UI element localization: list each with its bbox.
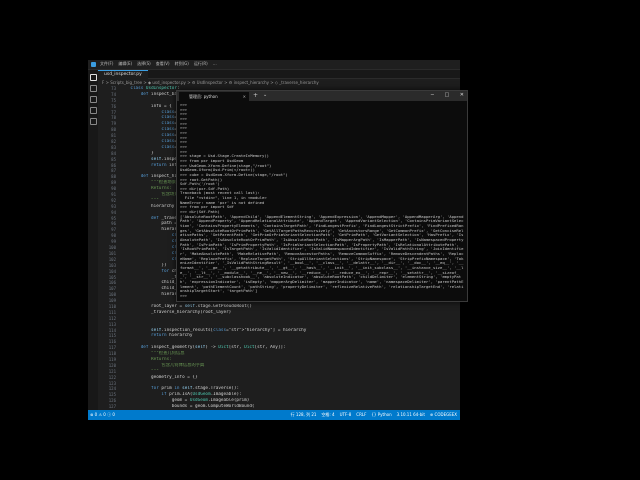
menu-item[interactable]: 文件(F) [100, 61, 113, 66]
menu-item[interactable]: 转到(G) [175, 61, 189, 66]
menu-item[interactable]: 查看(V) [156, 61, 170, 66]
status-item[interactable]: 空格: 4 [321, 412, 334, 417]
status-bar: ⊗ 0 ⚠ 0 ⓘ 0 行 128, 列 21 空格: 4 UTF-8 CRLF {} … [88, 410, 460, 420]
status-item[interactable]: 行 128, 列 21 [291, 412, 317, 417]
search-icon[interactable] [90, 85, 97, 92]
status-item[interactable]: {} Python [371, 412, 391, 417]
status-item[interactable]: ⊕ CODEGEEX [430, 412, 457, 417]
maximize-icon[interactable]: □ [444, 92, 449, 98]
status-item[interactable]: UTF-8 [340, 412, 352, 417]
extensions-icon[interactable] [90, 118, 97, 125]
terminal-window[interactable]: 管理员: python ✕ + ⌄ ─ □ ✕ >>> >>> >>> >>> >>> >… [176, 90, 468, 302]
status-item[interactable]: 3.10.11 64-bit [397, 412, 425, 417]
terminal-tab[interactable]: 管理员: python ✕ [179, 92, 249, 101]
minimize-icon[interactable]: ─ [431, 92, 434, 98]
status-right-items: 行 128, 列 21 空格: 4 UTF-8 CRLF {} Python 3.10.1… [286, 412, 457, 418]
explorer-icon[interactable] [90, 74, 97, 81]
terminal-line: ['AbsoluteRootPath', 'AppendChild', 'App… [180, 213, 464, 294]
terminal-tab-bar: 管理员: python ✕ + ⌄ ─ □ ✕ [177, 91, 467, 101]
menu-item[interactable]: … [213, 61, 217, 66]
terminal-close-icon[interactable]: ✕ [243, 92, 246, 101]
terminal-output[interactable]: >>> >>> >>> >>> >>> >>> >>> >>> >>> >>> >>> >>> sta… [180, 103, 464, 299]
window-controls: ─ □ ✕ [422, 92, 464, 98]
menu-bar: 文件(F) 编辑(E) 选择(S) 查看(V) 转到(G) 运行(R) … [100, 61, 222, 67]
status-item[interactable]: CRLF [356, 412, 366, 417]
run-debug-icon[interactable] [90, 107, 97, 114]
dropdown-chevron-icon[interactable]: ⌄ [263, 92, 267, 98]
window-close-icon[interactable]: ✕ [460, 92, 464, 98]
source-control-icon[interactable] [90, 96, 97, 103]
activity-bar [88, 70, 98, 410]
problems-status[interactable]: ⊗ 0 ⚠ 0 ⓘ 0 [90, 412, 115, 418]
menu-item[interactable]: 选择(S) [137, 61, 151, 66]
new-tab-icon[interactable]: + [253, 92, 258, 99]
line-number-gutter: 73 74 75 76 77 78 79 80 81 82 83 84 85 86 87 88 89 90 91 92… [98, 86, 118, 415]
terminal-tab-title: 管理员: python [189, 94, 218, 99]
title-bar: 文件(F) 编辑(E) 选择(S) 查看(V) 转到(G) 运行(R) … [88, 60, 460, 70]
editor-tabs: usd_inspector.py [98, 70, 460, 79]
breadcrumb[interactable]: F > Scripts_big_tree > ◆ usd_inspector.p… [102, 80, 319, 85]
menu-item[interactable]: 编辑(E) [118, 61, 132, 66]
terminal-line: >>> [180, 292, 188, 298]
menu-item[interactable]: 运行(R) [194, 61, 208, 66]
tab-usd-inspector[interactable]: usd_inspector.py [98, 70, 148, 79]
vscode-logo-icon [91, 62, 96, 67]
